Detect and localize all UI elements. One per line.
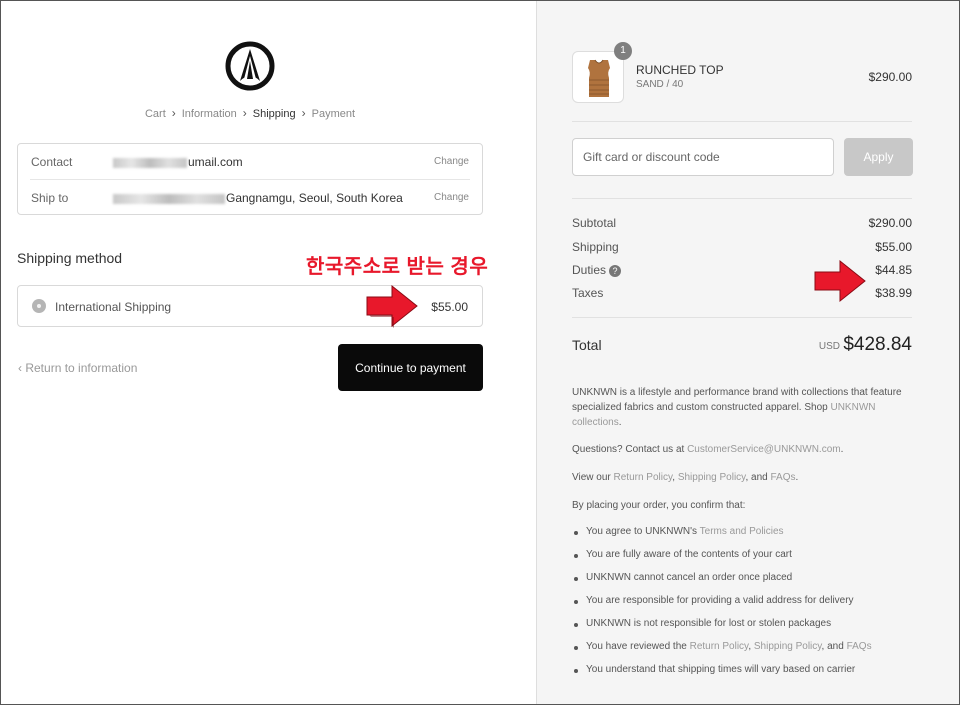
breadcrumb-payment: Payment	[311, 108, 356, 120]
return-to-information-link[interactable]: ‹ Return to information	[18, 361, 137, 375]
breadcrumb-cart[interactable]: Cart	[145, 108, 166, 120]
list-item: You understand that shipping times will …	[572, 664, 912, 687]
breadcrumb: Cart › Information › Shipping › Payment	[1, 106, 499, 120]
checkout-main: Cart › Information › Shipping › Payment Contac…	[1, 1, 536, 704]
contact-label: Contact	[31, 155, 73, 169]
total-value: $428.84	[843, 334, 912, 355]
total-label: Total	[572, 337, 602, 353]
help-icon[interactable]: ?	[609, 265, 622, 277]
chevron-right-icon: ›	[242, 106, 247, 120]
contact-row: Contact umail.com Change	[30, 144, 470, 180]
change-contact-link[interactable]: Change	[434, 156, 469, 167]
taxes-value: $38.99	[875, 286, 912, 300]
order-summary: 1 RUNCHED TOP SAND / 40 $290.00 Apply Su…	[536, 1, 959, 704]
chevron-right-icon: ›	[171, 106, 176, 120]
about-text: UNKNWN is a lifestyle and performance br…	[572, 387, 902, 428]
list-item: You are responsible for providing a vali…	[572, 595, 912, 618]
shipping-method-heading: Shipping method	[17, 250, 123, 266]
confirm-list: You agree to UNKNWN's Terms and Policies…	[572, 526, 912, 687]
duties-value: $44.85	[875, 263, 912, 277]
product-name: RUNCHED TOP	[636, 63, 724, 77]
subtotal-value: $290.00	[868, 216, 912, 230]
product-thumbnail	[572, 51, 624, 103]
shipping-policy-link[interactable]: Shipping Policy	[678, 472, 746, 483]
radio-selected-icon[interactable]	[32, 299, 46, 313]
continue-to-payment-button[interactable]: Continue to payment	[338, 344, 483, 391]
customer-service-email-link[interactable]: CustomerService@UNKNWN.com	[687, 444, 841, 455]
red-arrow-icon	[366, 284, 418, 328]
product-variant: SAND / 40	[636, 79, 684, 90]
list-item: UNKNWN cannot cancel an order once place…	[572, 572, 912, 595]
shipping-label: Shipping	[572, 240, 619, 254]
change-ship-to-link[interactable]: Change	[434, 192, 469, 203]
korean-annotation: 한국주소로 받는 경우	[306, 256, 489, 278]
faqs-link[interactable]: FAQs	[770, 472, 795, 483]
breadcrumb-information[interactable]: Information	[182, 108, 237, 120]
return-policy-link[interactable]: Return Policy	[690, 641, 749, 652]
divider	[572, 317, 912, 318]
shipping-value: $55.00	[875, 240, 912, 254]
breadcrumb-shipping: Shipping	[252, 108, 296, 120]
red-arrow-icon	[814, 259, 866, 303]
taxes-label: Taxes	[572, 286, 604, 300]
terms-link[interactable]: Terms and Policies	[700, 526, 784, 537]
redacted-email	[113, 157, 187, 168]
list-item: You agree to UNKNWN's Terms and Policies	[572, 526, 912, 549]
ship-to-row: Ship to Gangnamgu, Seoul, South Korea Ch…	[30, 180, 470, 216]
vest-icon	[588, 59, 610, 97]
list-item: You have reviewed the Return Policy, Shi…	[572, 641, 912, 664]
divider	[572, 198, 912, 199]
redacted-address	[113, 193, 225, 204]
discount-code-input[interactable]	[572, 138, 834, 176]
subtotal-label: Subtotal	[572, 216, 617, 230]
apply-discount-button[interactable]: Apply	[844, 138, 913, 176]
shipping-option-name: International Shipping	[55, 300, 172, 314]
duties-label: Duties?	[572, 263, 622, 277]
list-item: UNKNWN is not responsible for lost or st…	[572, 618, 912, 641]
shipping-policy-link[interactable]: Shipping Policy	[754, 641, 822, 652]
shipping-option-price: $55.00	[431, 300, 468, 314]
questions-text: Questions? Contact us at CustomerService…	[572, 444, 844, 455]
brand-logo-icon[interactable]	[225, 41, 275, 91]
total-currency: USD	[818, 341, 840, 352]
faqs-link[interactable]: FAQs	[847, 641, 872, 652]
return-policy-link[interactable]: Return Policy	[614, 472, 673, 483]
policies-text: View our Return Policy, Shipping Policy,…	[572, 472, 799, 483]
contact-value: umail.com	[113, 155, 243, 169]
review-box: Contact umail.com Change Ship to Gangnam…	[17, 143, 483, 215]
product-price: $290.00	[868, 70, 912, 84]
list-item: You are fully aware of the contents of y…	[572, 549, 912, 572]
chevron-right-icon: ›	[301, 106, 306, 120]
quantity-badge: 1	[614, 42, 632, 60]
divider	[572, 121, 912, 122]
confirm-text: By placing your order, you confirm that:	[572, 500, 746, 511]
ship-to-label: Ship to	[31, 191, 69, 205]
ship-to-value: Gangnamgu, Seoul, South Korea	[113, 191, 403, 205]
